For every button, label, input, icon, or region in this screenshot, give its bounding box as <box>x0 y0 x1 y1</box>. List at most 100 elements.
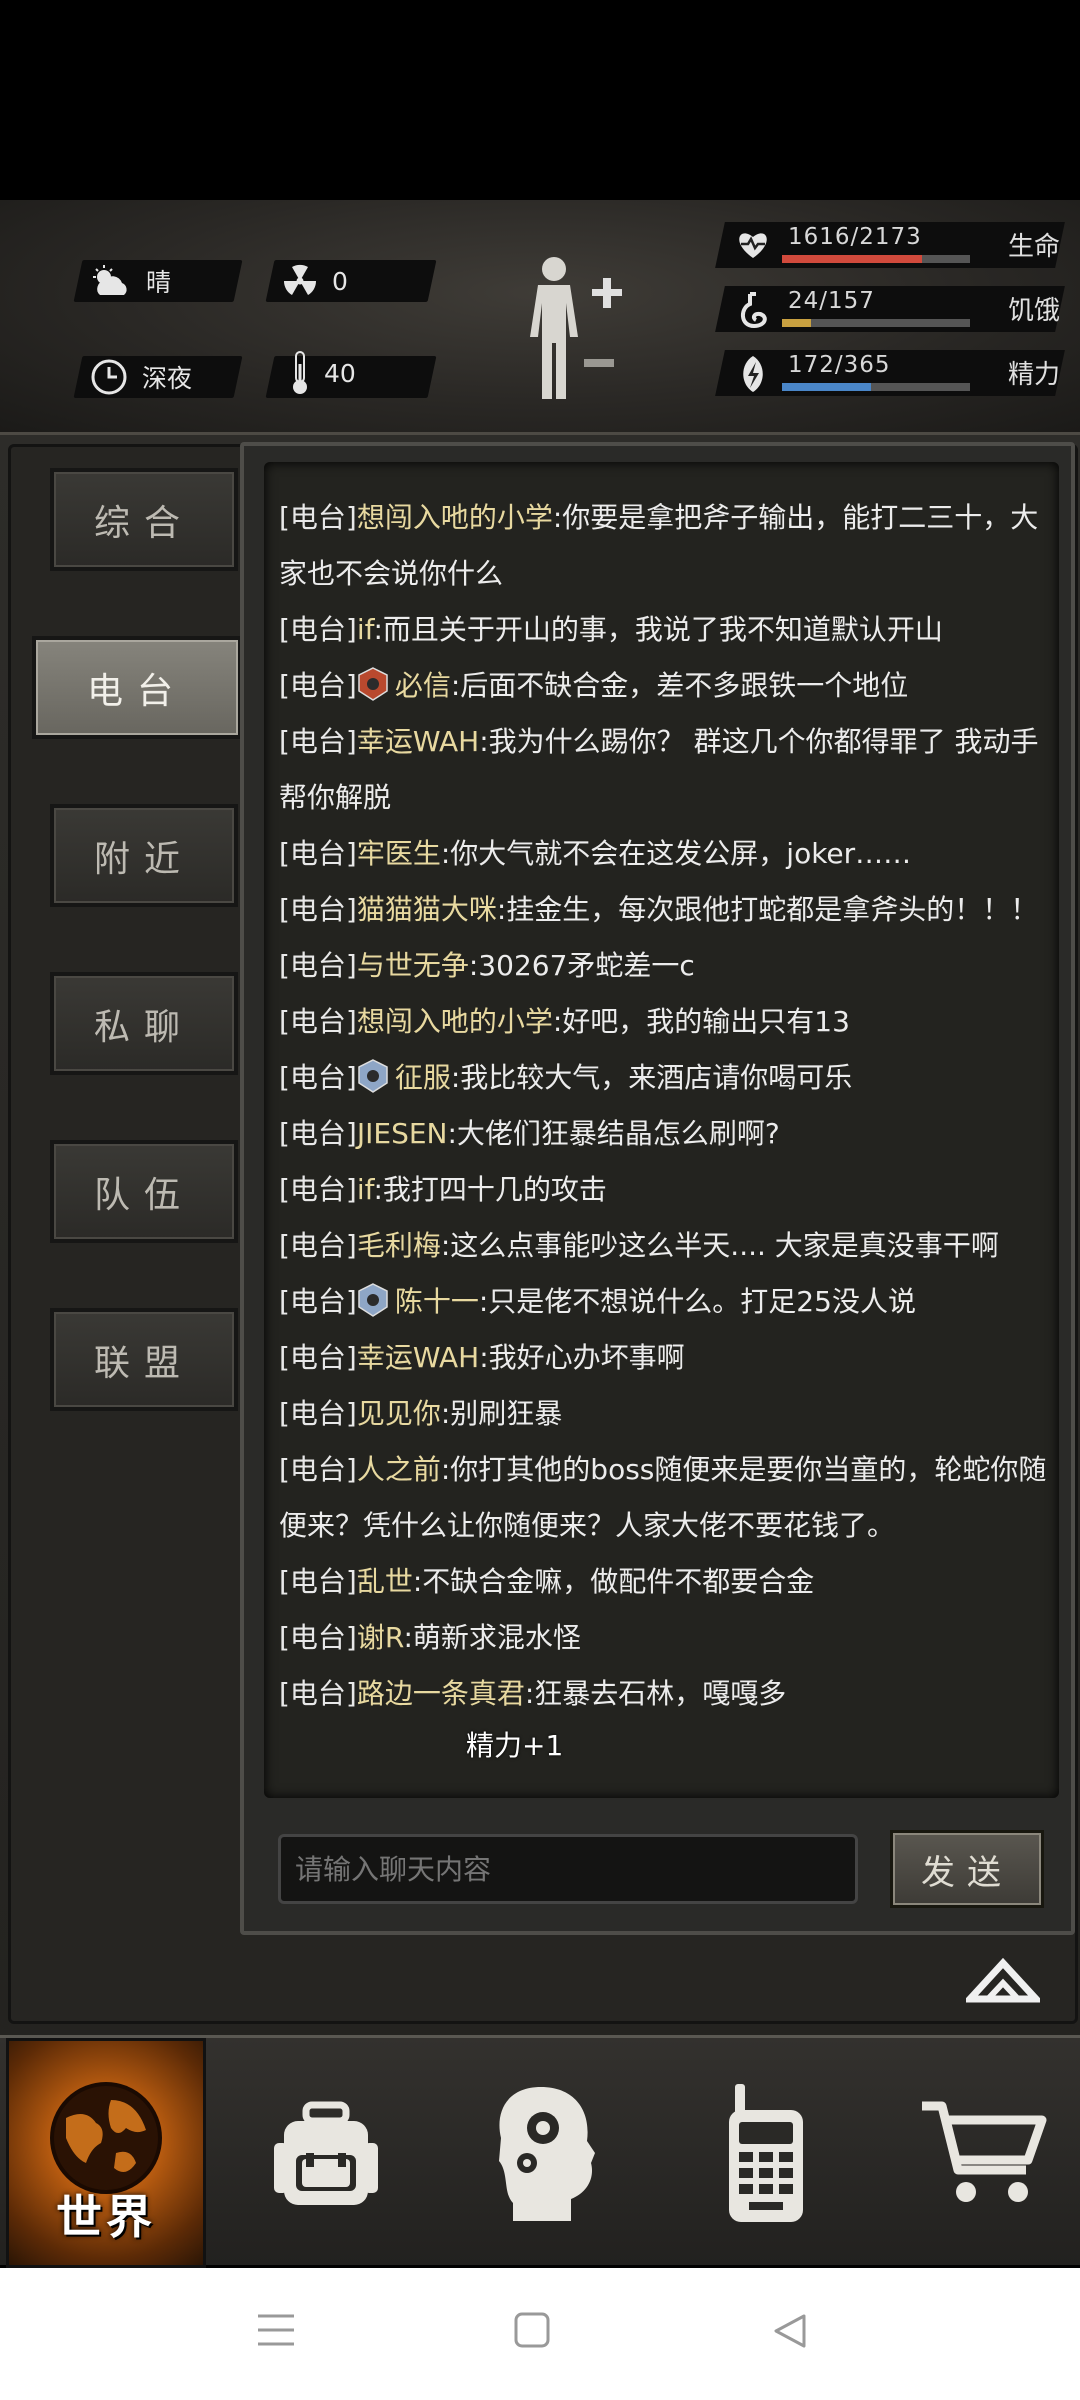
tab-alliance[interactable]: 联盟 <box>50 1308 238 1411</box>
chat-message: [电台]想闯入吔的小学:好吧，我的输出只有13 <box>279 1005 850 1038</box>
chat-message: [电台] 陈十一:只是佬不想说什么。打足25没人说 <box>279 1283 916 1318</box>
menu-icon[interactable] <box>256 2312 296 2348</box>
chat-username[interactable]: 征服 <box>395 1061 451 1094</box>
chat-message: [电台]想闯入吔的小学:你要是拿把斧子输出，能打二三十，大家也不会说你什么 <box>279 501 1039 590</box>
chat-text: :后面不缺合金，差不多跟铁一个地位 <box>450 669 909 702</box>
bottom-nav: 世界 <box>0 2035 1080 2268</box>
user-badge-icon[interactable] <box>357 1059 389 1093</box>
thermometer-icon <box>293 351 307 394</box>
chat-text: :而且关于开山的事，我说了我不知道默认开山 <box>373 613 943 646</box>
chat-username[interactable]: 见见你 <box>357 1397 441 1430</box>
chat-text: :我好心办坏事啊 <box>479 1341 685 1374</box>
chat-text: :我打四十几的攻击 <box>373 1173 607 1206</box>
energy-bar-fill <box>782 383 871 391</box>
clock-icon <box>91 359 127 395</box>
chat-username[interactable]: 与世无争 <box>357 949 469 982</box>
system-navigation-bar <box>0 2268 1080 2400</box>
skills-head-icon <box>499 2087 595 2221</box>
heart-icon <box>739 233 767 258</box>
cloudy-sun-icon <box>93 265 127 295</box>
user-badge-icon[interactable] <box>357 1283 389 1317</box>
chat-message: [电台]幸运WAH:我为什么踢你？ 群这几个你都得罪了 我动手帮你解脱 <box>279 725 1039 814</box>
stomach-icon <box>741 292 767 328</box>
chat-username[interactable]: 牢医生 <box>357 837 441 870</box>
chat-username[interactable]: 猫猫猫大咪 <box>357 893 497 926</box>
chat-message: [电台] 必信:后面不缺合金，差不多跟铁一个地位 <box>279 667 909 702</box>
radiation-icon <box>283 264 317 295</box>
energy-stat: 172/365 精力 <box>730 350 1060 396</box>
chat-username[interactable]: 乱世 <box>357 1565 413 1598</box>
nav-skills-button[interactable] <box>446 2038 646 2268</box>
collapse-up-icon[interactable] <box>966 1955 1040 2005</box>
nav-world-button[interactable]: 世界 <box>6 2038 206 2268</box>
chat-text: :别刷狂暴 <box>440 1397 563 1430</box>
weather-text: 晴 <box>146 268 172 297</box>
health-stat: 1616/2173 生命 <box>730 222 1060 268</box>
home-icon[interactable] <box>514 2312 550 2348</box>
chat-message: [电台]谢R:萌新求混水怪 <box>279 1621 581 1654</box>
chat-message: [电台]猫猫猫大咪:挂金生，每次跟他打蛇都是拿斧头的！！！ <box>279 893 1039 926</box>
chat-message: [电台]路边一条真君:狂暴去石林，嘎嘎多 <box>279 1677 787 1710</box>
chat-text: :只是佬不想说什么。打足25没人说 <box>478 1285 916 1318</box>
chat-message: [电台]见见你:别刷狂暴 <box>279 1397 563 1430</box>
chat-text: :狂暴去石林，嘎嘎多 <box>524 1677 787 1710</box>
back-icon[interactable] <box>772 2312 808 2350</box>
chat-message: [电台]人之前:你打其他的boss随便来是要你当童的，轮蛇你随便来？凭什么让你随… <box>279 1453 1047 1542</box>
chat-username[interactable]: 幸运WAH <box>357 1341 479 1374</box>
radiation-value: 0 <box>332 266 348 296</box>
chat-message-list[interactable]: [电台]想闯入吔的小学:你要是拿把斧子输出，能打二三十，大家也不会说你什么 [电台… <box>264 462 1059 1798</box>
tab-radio[interactable]: 电台 <box>32 636 242 739</box>
tab-nearby[interactable]: 附近 <box>50 804 238 907</box>
chat-username[interactable]: 想闯入吔的小学 <box>357 501 553 534</box>
hunger-bar-fill <box>782 319 811 327</box>
body-status-icon[interactable] <box>520 255 630 405</box>
chat-input[interactable] <box>278 1834 858 1904</box>
chat-message: [电台] 征服:我比较大气，来酒店请你喝可乐 <box>279 1059 853 1094</box>
chat-text: :好吧，我的输出只有13 <box>552 1005 850 1038</box>
energy-gain-popup: 精力+1 <box>466 1729 564 1762</box>
chat-username[interactable]: 谢R <box>357 1621 404 1654</box>
time-of-day-text: 深夜 <box>142 364 193 393</box>
chat-username[interactable]: JIESEN <box>357 1117 448 1150</box>
backpack-icon <box>274 2101 378 2205</box>
temperature-value: 40 <box>324 358 356 388</box>
chat-text: :大佬们狂暴结晶怎么刷啊? <box>447 1117 780 1150</box>
nav-shop-button[interactable] <box>886 2038 1080 2268</box>
chat-username[interactable]: 必信 <box>395 669 451 702</box>
chat-text: :30267矛蛇差一c <box>468 949 695 982</box>
chat-text: :这么点事能吵这么半天.... 大家是真没事干啊 <box>440 1229 999 1262</box>
hunger-stat: 24/157 饥饿 <box>730 286 1060 332</box>
chat-username[interactable]: if <box>357 613 374 646</box>
chat-panel: [电台]想闯入吔的小学:你要是拿把斧子输出，能打二三十，大家也不会说你什么 [电台… <box>240 442 1075 1935</box>
chat-text: :挂金生，每次跟他打蛇都是拿斧头的！！！ <box>496 893 1039 926</box>
chat-username[interactable]: if <box>357 1173 374 1206</box>
energy-icon <box>743 356 763 392</box>
chat-message: [电台]幸运WAH:我好心办坏事啊 <box>279 1341 685 1374</box>
cart-icon <box>922 2101 1047 2202</box>
chat-text: :我比较大气，来酒店请你喝可乐 <box>450 1061 853 1094</box>
chat-message: [电台]JIESEN:大佬们狂暴结晶怎么刷啊? <box>279 1117 780 1150</box>
tab-private[interactable]: 私聊 <box>50 972 238 1075</box>
chat-message: [电台]if:我打四十几的攻击 <box>279 1173 607 1206</box>
nav-radio-button[interactable] <box>666 2038 866 2268</box>
world-label: 世界 <box>56 2190 156 2244</box>
tab-general[interactable]: 综合 <box>50 468 238 571</box>
radio-icon <box>729 2084 803 2222</box>
chat-text: :不缺合金嘛，做配件不都要合金 <box>412 1565 815 1598</box>
chat-message: [电台]毛利梅:这么点事能吵这么半天.... 大家是真没事干啊 <box>279 1229 999 1262</box>
chat-username[interactable]: 毛利梅 <box>357 1229 441 1262</box>
send-button[interactable]: 发送 <box>890 1830 1044 1908</box>
health-bar-fill <box>782 255 922 263</box>
chat-username[interactable]: 陈十一 <box>395 1285 479 1318</box>
chat-username[interactable]: 路边一条真君 <box>357 1677 525 1710</box>
nav-backpack-button[interactable] <box>226 2038 426 2268</box>
tab-team[interactable]: 队伍 <box>50 1140 238 1243</box>
chat-text: :你大气就不会在这发公屏，joker…… <box>440 837 912 870</box>
chat-username[interactable]: 幸运WAH <box>357 725 479 758</box>
user-badge-icon[interactable] <box>357 667 389 701</box>
status-hud: 晴 0 深夜 40 1616/2173 生命 24/157 饥饿 172/365… <box>0 200 1080 435</box>
chat-username[interactable]: 人之前 <box>357 1453 441 1486</box>
chat-text: :萌新求混水怪 <box>403 1621 581 1654</box>
chat-username[interactable]: 想闯入吔的小学 <box>357 1005 553 1038</box>
world-icon <box>50 2082 162 2194</box>
